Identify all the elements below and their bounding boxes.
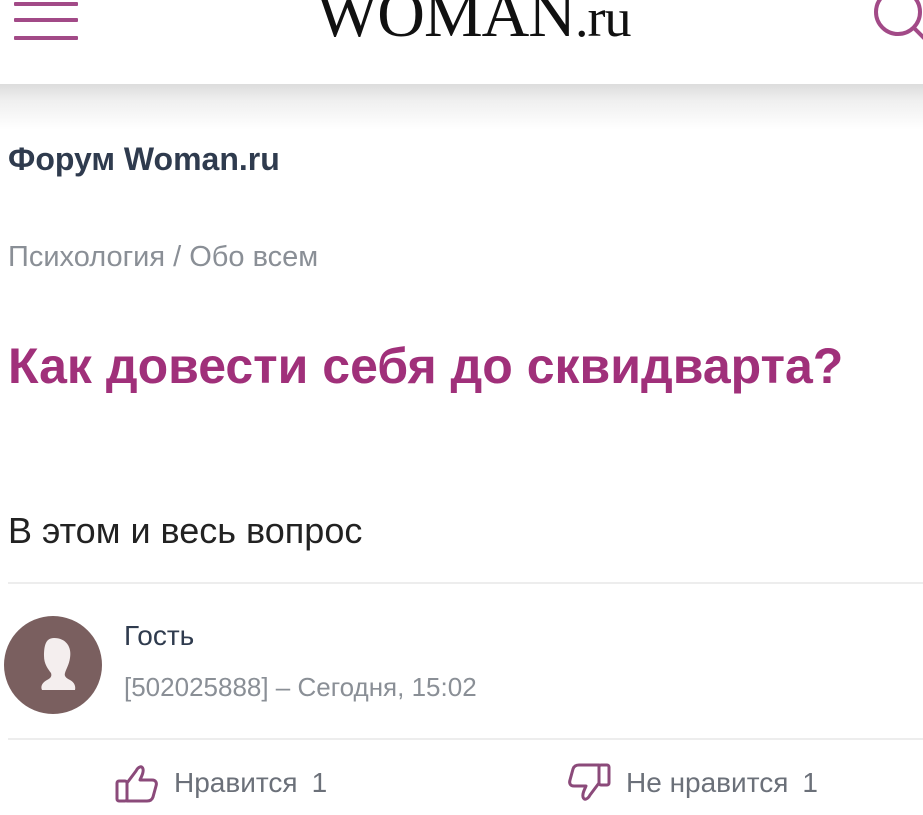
- forum-title[interactable]: Форум Woman.ru: [8, 141, 280, 178]
- thumbs-down-icon: [568, 763, 611, 801]
- logo-suffix: .ru: [574, 0, 631, 48]
- site-logo[interactable]: WOMAN.ru: [316, 0, 631, 51]
- hamburger-menu-icon[interactable]: [14, 0, 78, 46]
- like-button[interactable]: Нравится 1: [114, 758, 327, 808]
- question-title: Как довести себя до сквидварта?: [8, 338, 844, 394]
- dislike-button[interactable]: Не нравится 1: [566, 758, 818, 808]
- logo-main: WOMAN: [316, 0, 576, 51]
- author-meta: [502025888] – Сегодня, 15:02: [124, 672, 477, 702]
- divider: [8, 738, 923, 740]
- divider: [8, 582, 923, 584]
- page: WOMAN.ru Форум Woman.ru Психология / Обо…: [0, 0, 923, 815]
- user-silhouette-icon: [41, 638, 76, 690]
- thumbs-up-icon: [115, 765, 158, 803]
- header-shadow: [0, 84, 923, 130]
- search-icon[interactable]: [866, 0, 923, 54]
- dislike-label: Не нравится: [626, 767, 789, 798]
- author-name: Гость: [124, 620, 195, 651]
- breadcrumb[interactable]: Психология / Обо всем: [8, 241, 318, 274]
- dislike-count: 1: [802, 767, 818, 798]
- site-header: WOMAN.ru: [0, 0, 923, 84]
- like-count: 1: [311, 767, 328, 798]
- question-body: В этом и весь вопрос: [8, 510, 363, 551]
- avatar[interactable]: [4, 616, 102, 714]
- like-label: Нравится: [174, 767, 298, 798]
